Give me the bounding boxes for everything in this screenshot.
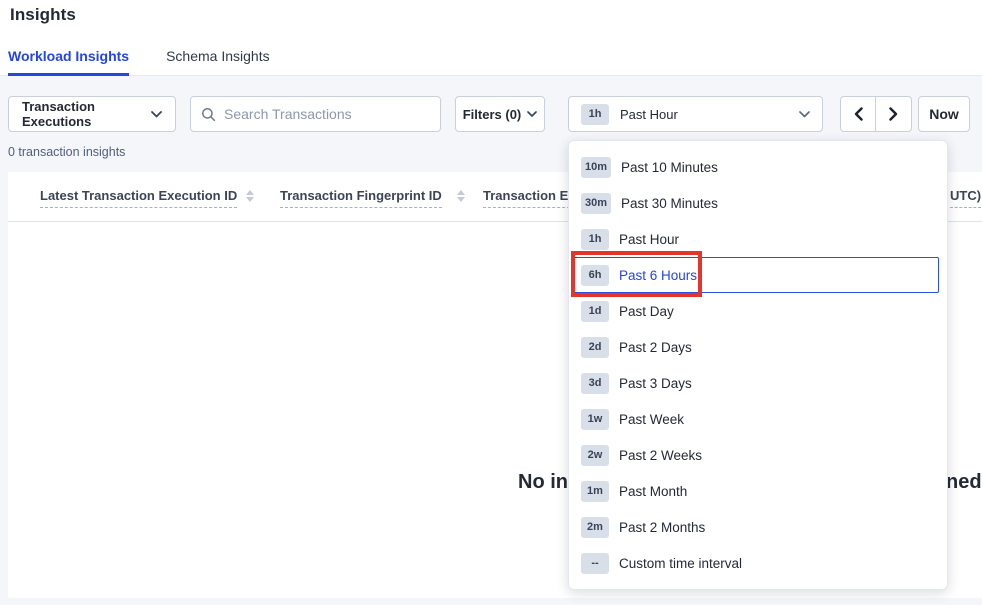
option-badge: 1w	[581, 409, 609, 430]
time-option-2d[interactable]: 2d Past 2 Days	[573, 329, 939, 365]
search-icon	[201, 107, 216, 122]
column-header-transaction-fingerprint-id[interactable]: Transaction Fingerprint ID	[280, 188, 442, 208]
time-option-2w[interactable]: 2w Past 2 Weeks	[573, 437, 939, 473]
empty-state-message-left: No in	[518, 471, 568, 494]
time-interval-select[interactable]: 1h Past Hour	[568, 96, 823, 132]
option-badge: 2d	[581, 337, 609, 358]
option-label: Past Day	[619, 304, 674, 319]
search-input[interactable]	[224, 106, 430, 122]
time-option-1w[interactable]: 1w Past Week	[573, 401, 939, 437]
annotation-box	[571, 251, 702, 297]
time-option-2m[interactable]: 2m Past 2 Months	[573, 509, 939, 545]
tab-schema-insights[interactable]: Schema Insights	[166, 48, 270, 76]
time-option-1d[interactable]: 1d Past Day	[573, 293, 939, 329]
column-header-utc[interactable]: UTC)	[950, 188, 981, 208]
time-option-custom[interactable]: -- Custom time interval	[573, 545, 939, 581]
filters-button[interactable]: Filters (0)	[455, 96, 545, 132]
time-option-1m[interactable]: 1m Past Month	[573, 473, 939, 509]
option-label: Past 10 Minutes	[621, 160, 718, 175]
empty-state-message-right: ned.	[946, 471, 982, 494]
sort-icon[interactable]	[246, 190, 254, 202]
option-label: Custom time interval	[619, 556, 742, 571]
option-badge: --	[581, 553, 609, 574]
time-interval-label: Past Hour	[620, 107, 678, 122]
top-bar: Insights Workload Insights Schema Insigh…	[0, 0, 982, 76]
option-badge: 1h	[581, 229, 609, 250]
tab-workload-insights[interactable]: Workload Insights	[8, 48, 129, 76]
option-badge: 2m	[581, 517, 609, 538]
time-interval-badge: 1h	[581, 104, 609, 125]
option-badge: 3d	[581, 373, 609, 394]
option-label: Past 2 Months	[619, 520, 705, 535]
chevron-down-icon	[527, 111, 537, 117]
transaction-type-label: Transaction Executions	[22, 99, 151, 129]
time-option-10m[interactable]: 10m Past 10 Minutes	[573, 149, 939, 185]
option-badge: 10m	[581, 157, 611, 178]
search-container	[190, 96, 441, 132]
option-label: Past 30 Minutes	[621, 196, 718, 211]
chevron-down-icon	[151, 111, 162, 118]
option-label: Past Month	[619, 484, 687, 499]
option-label: Past Hour	[619, 232, 679, 247]
sort-icon[interactable]	[457, 190, 465, 202]
column-header-latest-transaction-execution-id[interactable]: Latest Transaction Execution ID	[40, 188, 237, 208]
option-badge: 30m	[581, 193, 611, 214]
insights-count: 0 transaction insights	[8, 145, 125, 159]
option-label: Past 2 Days	[619, 340, 692, 355]
time-interval-dropdown: 10m Past 10 Minutes 30m Past 30 Minutes …	[568, 140, 948, 590]
option-badge: 1d	[581, 301, 609, 322]
option-label: Past 2 Weeks	[619, 448, 702, 463]
option-label: Past 3 Days	[619, 376, 692, 391]
column-header-transaction-execution[interactable]: Transaction Ex	[483, 188, 575, 208]
now-button[interactable]: Now	[918, 96, 970, 132]
next-interval-button[interactable]	[876, 97, 911, 131]
tab-bar: Workload Insights Schema Insights	[8, 48, 270, 76]
time-option-3d[interactable]: 3d Past 3 Days	[573, 365, 939, 401]
chevron-down-icon	[799, 111, 810, 118]
time-option-30m[interactable]: 30m Past 30 Minutes	[573, 185, 939, 221]
time-nav-arrows	[840, 96, 912, 132]
option-badge: 1m	[581, 481, 609, 502]
page-title: Insights	[10, 5, 76, 25]
previous-interval-button[interactable]	[841, 97, 876, 131]
option-label: Past Week	[619, 412, 684, 427]
filters-label: Filters (0)	[463, 107, 522, 122]
option-badge: 2w	[581, 445, 609, 466]
transaction-type-select[interactable]: Transaction Executions	[8, 96, 176, 132]
